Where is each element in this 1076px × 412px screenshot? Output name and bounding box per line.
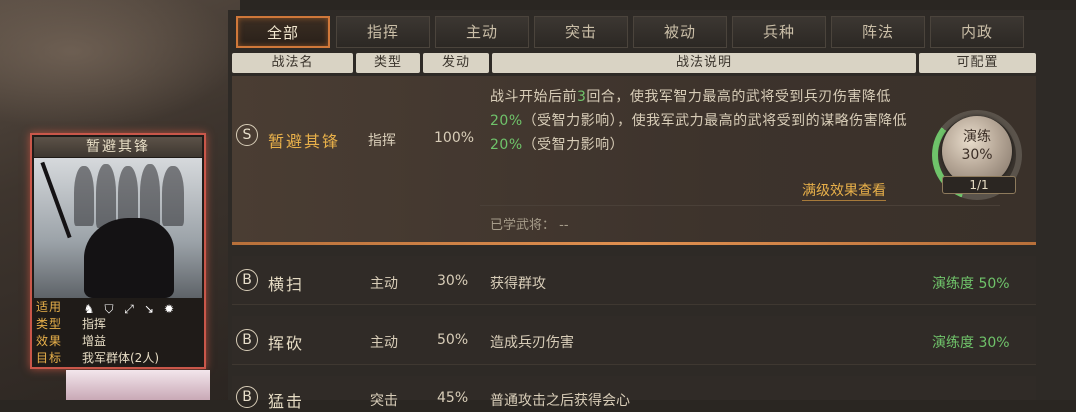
grade-badge: B (236, 269, 258, 291)
soldier-silhouette (162, 166, 184, 226)
grade-badge: B (236, 386, 258, 408)
tactic-type: 主动 (370, 276, 398, 292)
effect-label: 效果 (36, 334, 63, 348)
highlight-value: 20% (490, 113, 523, 129)
header-configurable: 可配置 (919, 53, 1036, 73)
selected-row-highlight (232, 242, 1036, 245)
practice-label: 演练 (963, 129, 991, 145)
tab-assault[interactable]: 突击 (534, 16, 628, 48)
tactic-description: 造成兵刃伤害 (490, 335, 574, 351)
grade-badge: B (236, 329, 258, 351)
tactic-name: 猛击 (268, 392, 305, 411)
tactic-type: 突击 (370, 393, 398, 409)
card-illustration (34, 158, 202, 298)
description-text: 战斗开始后前 (490, 89, 577, 105)
tab-all[interactable]: 全部 (236, 16, 330, 48)
tactic-rate: 100% (434, 130, 475, 146)
type-label: 类型 (36, 317, 63, 331)
fit-label: 适用 (36, 300, 63, 314)
config-count: 1/1 (942, 176, 1016, 194)
header-name: 战法名 (232, 53, 353, 73)
tactic-description: 普通攻击之后获得会心 (490, 393, 630, 409)
tactic-rate: 45% (437, 390, 469, 406)
header-type: 类型 (356, 53, 420, 73)
tab-active[interactable]: 主动 (435, 16, 529, 48)
tactic-type: 指挥 (368, 133, 396, 149)
card-type-row: 类型 指挥 (34, 316, 202, 333)
proficiency: 演练度 30% (932, 335, 1010, 351)
divider (480, 205, 1000, 206)
highlight-value: 3 (577, 89, 587, 105)
type-value: 指挥 (82, 317, 107, 331)
description-text: （受智力影响） (522, 137, 625, 153)
header-description: 战法说明 (492, 53, 916, 73)
tab-passive[interactable]: 被动 (633, 16, 727, 48)
soldier-silhouette (74, 166, 94, 226)
practice-value: 30% (961, 147, 993, 163)
soldier-silhouette (118, 166, 138, 226)
max-effect-link[interactable]: 满级效果查看 (802, 180, 886, 201)
tab-command[interactable]: 指挥 (336, 16, 430, 48)
spear-icon: ↘ (143, 302, 155, 316)
background-smoke (0, 0, 240, 130)
tactic-row[interactable] (232, 376, 1036, 400)
tab-formation[interactable]: 阵法 (831, 16, 925, 48)
bow-icon: ⤢ (124, 302, 134, 316)
learned-generals: 已学武将： -- (490, 214, 569, 233)
target-label: 目标 (36, 351, 63, 365)
tactic-name: 挥砍 (268, 334, 305, 353)
header-rate: 发动 (423, 53, 489, 73)
tactic-row[interactable] (232, 256, 1036, 305)
description-text: 回合，使我军智力最高的武将受到兵刃伤害降低 (586, 89, 891, 105)
tactic-name: 横扫 (268, 275, 305, 294)
card-effect-row: 效果 增益 (34, 333, 202, 350)
card-target-row: 目标 我军群体(2人) (34, 350, 202, 367)
learned-value: -- (559, 218, 569, 233)
fit-icons: ♞ ⛉ ⤢ ↘ ✹ (82, 301, 182, 316)
tactic-name: 暂避其锋 (268, 132, 341, 151)
tactic-description: 战斗开始后前3回合，使我军智力最高的武将受到兵刃伤害降低20%（受智力影响），使… (490, 85, 910, 157)
highlight-value: 20% (490, 137, 523, 153)
description-text: （受智力影响），使我军武力最高的武将受到的谋略伤害降低 (522, 113, 908, 129)
cavalry-icon: ♞ (83, 302, 95, 316)
tactic-rate: 30% (437, 273, 469, 289)
warrior-silhouette (84, 218, 174, 298)
tactic-row[interactable] (232, 316, 1036, 365)
tactic-rate: 50% (437, 332, 469, 348)
tab-internal[interactable]: 内政 (930, 16, 1024, 48)
effect-value: 增益 (82, 334, 107, 348)
proficiency: 演练度 50% (932, 276, 1010, 292)
grade-badge: S (236, 124, 258, 146)
card-title: 暂避其锋 (34, 137, 202, 157)
sword (40, 161, 72, 239)
card-fit-row: 适用 ♞ ⛉ ⤢ ↘ ✹ (34, 299, 202, 316)
learned-label: 已学武将： (490, 218, 556, 233)
tactic-description: 获得群攻 (490, 276, 546, 292)
next-card-peek[interactable] (66, 370, 210, 400)
tactic-type: 主动 (370, 335, 398, 351)
target-value: 我军群体(2人) (82, 351, 159, 365)
soldier-silhouette (96, 164, 116, 228)
siege-icon: ✹ (163, 302, 175, 316)
shield-icon: ⛉ (104, 302, 114, 316)
tab-troop[interactable]: 兵种 (732, 16, 826, 48)
